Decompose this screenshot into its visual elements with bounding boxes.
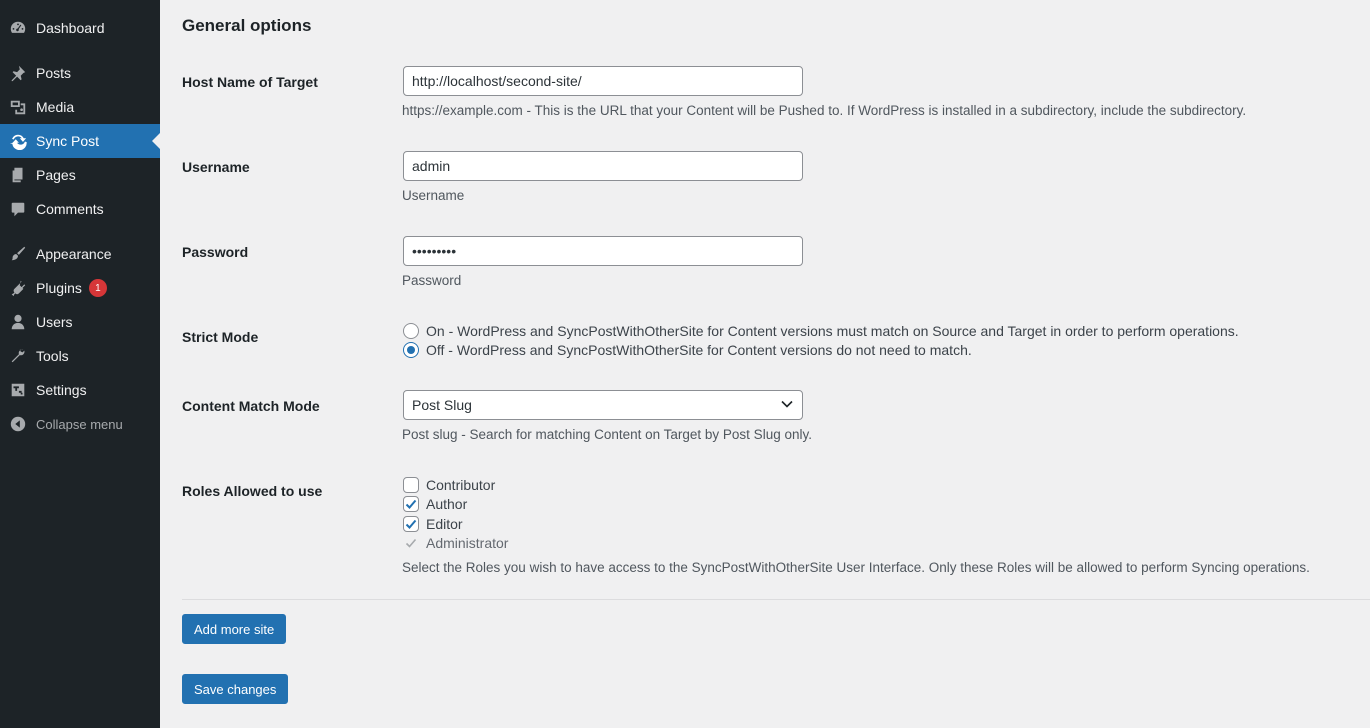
sidebar-item-label: Comments (36, 201, 104, 217)
role-editor-option[interactable]: Editor (403, 515, 463, 533)
user-icon (0, 305, 36, 339)
sidebar-item-label: Users (36, 314, 73, 330)
sidebar-item-label: Sync Post (36, 133, 100, 149)
username-input[interactable] (403, 151, 803, 181)
roles-description: Select the Roles you wish to have access… (402, 560, 1310, 575)
role-administrator-checkbox (403, 535, 419, 551)
plugin-icon (0, 271, 36, 305)
chevron-down-icon (780, 397, 794, 414)
pin-icon (0, 56, 36, 90)
sidebar-item-label: Settings (36, 382, 87, 398)
sidebar-item-sync-post[interactable]: Sync Post (0, 124, 160, 158)
role-label: Editor (426, 516, 463, 532)
section-divider (182, 599, 1370, 600)
password-label: Password (182, 244, 249, 260)
collapse-menu-label: Collapse menu (36, 416, 123, 432)
pages-icon (0, 158, 36, 192)
sidebar-item-tools[interactable]: Tools (0, 339, 160, 373)
sidebar-item-label: Appearance (36, 246, 112, 262)
role-contributor-checkbox[interactable] (403, 477, 419, 493)
role-editor-checkbox[interactable] (403, 516, 419, 532)
checkmark-icon (405, 519, 417, 529)
dashboard-icon (0, 11, 36, 45)
role-label: Author (426, 496, 468, 512)
content-match-label: Content Match Mode (182, 398, 320, 414)
comment-icon (0, 192, 36, 226)
host-label: Host Name of Target (182, 74, 318, 90)
sidebar-item-label: Pages (36, 167, 76, 183)
add-more-site-button[interactable]: Add more site (182, 614, 287, 644)
admin-sidebar: Dashboard Posts Media Sync Post Pages Co… (0, 0, 160, 728)
content-match-select[interactable]: Post Slug (403, 390, 803, 420)
content-match-description: Post slug - Search for matching Content … (402, 427, 812, 442)
page-title: General options (182, 16, 312, 35)
sidebar-item-label: Media (36, 99, 75, 115)
plugin-update-badge: 1 (88, 279, 107, 297)
sidebar-item-pages[interactable]: Pages (0, 158, 160, 192)
roles-label: Roles Allowed to use (182, 483, 323, 499)
strict-mode-on-option[interactable]: On - WordPress and SyncPostWithOtherSite… (403, 322, 1239, 340)
sidebar-item-dashboard[interactable]: Dashboard (0, 11, 160, 45)
strict-mode-off-option[interactable]: Off - WordPress and SyncPostWithOtherSit… (403, 341, 972, 359)
save-changes-button[interactable]: Save changes (182, 674, 289, 704)
collapse-arrow-icon (0, 407, 36, 441)
sidebar-item-settings[interactable]: Settings (0, 373, 160, 407)
role-author-checkbox[interactable] (403, 496, 419, 512)
host-input[interactable] (403, 66, 803, 96)
role-administrator-option: Administrator (403, 534, 508, 552)
checkmark-icon (405, 499, 417, 509)
checkmark-icon (405, 538, 417, 548)
role-author-option[interactable]: Author (403, 495, 467, 513)
brush-icon (0, 237, 36, 271)
role-contributor-option[interactable]: Contributor (403, 476, 495, 494)
sidebar-item-appearance[interactable]: Appearance (0, 237, 160, 271)
role-label: Administrator (426, 535, 509, 551)
strict-mode-off-label: Off - WordPress and SyncPostWithOtherSit… (426, 342, 972, 358)
sidebar-item-label: Plugins (36, 280, 82, 296)
username-label: Username (182, 159, 250, 175)
media-icon (0, 90, 36, 124)
strict-mode-off-radio[interactable] (403, 342, 419, 358)
strict-mode-on-radio[interactable] (403, 323, 419, 339)
sidebar-item-media[interactable]: Media (0, 90, 160, 124)
content-match-selected: Post Slug (412, 397, 472, 413)
sidebar-item-posts[interactable]: Posts (0, 56, 160, 90)
sidebar-item-label: Posts (36, 65, 72, 81)
username-description: Username (402, 188, 465, 203)
sidebar-item-comments[interactable]: Comments (0, 192, 160, 226)
collapse-menu-button[interactable]: Collapse menu (0, 407, 160, 441)
strict-mode-label: Strict Mode (182, 329, 259, 345)
password-description: Password (402, 273, 462, 288)
sidebar-item-label: Tools (36, 348, 69, 364)
sidebar-item-plugins[interactable]: Plugins 1 (0, 271, 160, 305)
password-input[interactable] (403, 236, 803, 266)
settings-icon (0, 373, 36, 407)
sidebar-item-users[interactable]: Users (0, 305, 160, 339)
strict-mode-on-label: On - WordPress and SyncPostWithOtherSite… (426, 323, 1239, 339)
host-description: https://example.com - This is the URL th… (402, 103, 1247, 118)
settings-main: General options Host Name of Target http… (160, 0, 1370, 728)
sync-icon (0, 124, 36, 158)
sidebar-item-label: Dashboard (36, 20, 105, 36)
role-label: Contributor (426, 477, 496, 493)
wrench-icon (0, 339, 36, 373)
